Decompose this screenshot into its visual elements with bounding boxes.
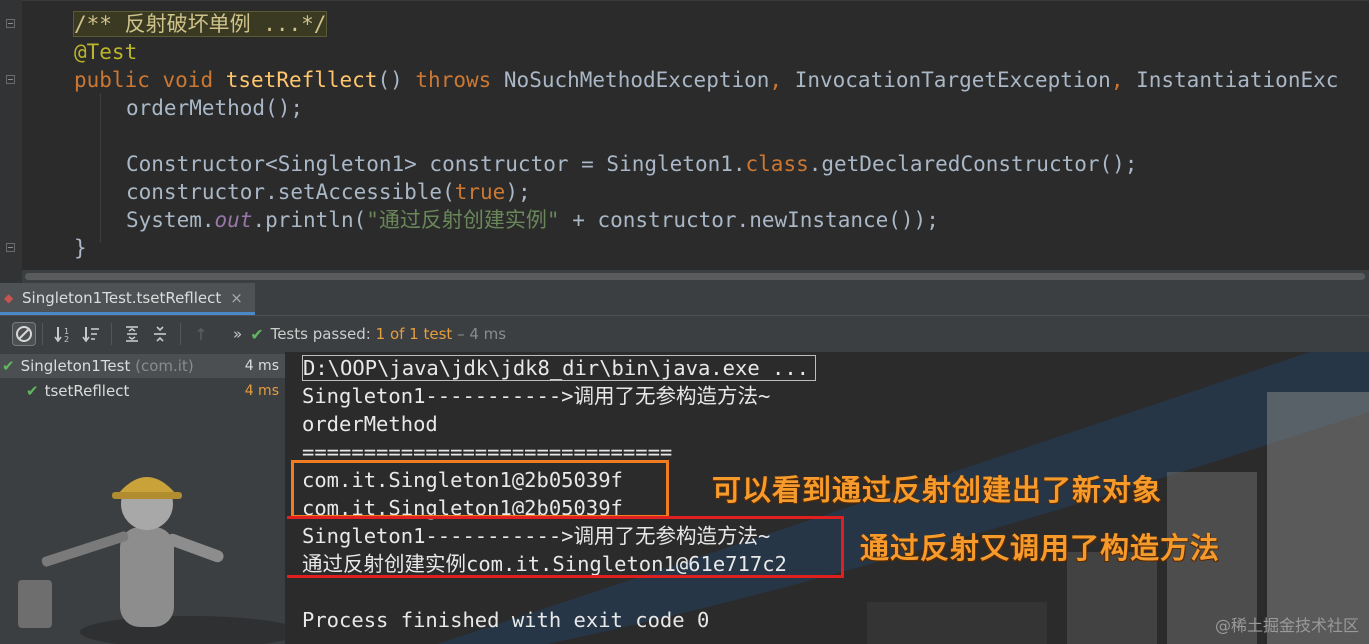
test-runner-toolbar: 12 ↑ » ✔ Tests passed: 1 of 1 test – 4 m… — [0, 316, 1369, 352]
exception-type: NoSuchMethodException — [491, 68, 770, 92]
string-literal: "通过反射创建实例" — [366, 208, 560, 232]
indent-guide — [100, 93, 101, 243]
code-token: , — [1110, 68, 1124, 92]
toolbar-separator — [111, 323, 112, 345]
code-line-set-accessible: constructor.setAccessible(true); — [126, 178, 531, 206]
code-line-order-method: orderMethod(); — [126, 94, 303, 122]
editor-gutter — [0, 0, 22, 283]
code-line-constructor: Constructor<Singleton1> constructor = Si… — [126, 150, 1137, 178]
test-class-time: 4 ms — [244, 358, 279, 374]
run-config-icon: ◆ — [4, 291, 14, 305]
highlight-box-orange — [291, 460, 669, 518]
test-class-package: (com.it) — [130, 357, 194, 375]
status-prefix: Tests passed: — [270, 325, 376, 343]
show-ignored-toggle-icon[interactable] — [12, 322, 36, 346]
run-tab[interactable]: ◆ Singleton1Test.tsetRefllect × — [0, 283, 255, 315]
run-tab-label: Singleton1Test.tsetRefllect — [22, 288, 222, 307]
code-line-close-brace: } — [74, 234, 87, 262]
code-editor[interactable]: /** 反射破坏单例 ...*/ @Test public void tsetR… — [0, 0, 1369, 283]
test-method-name: tsetRefllect — [44, 382, 130, 400]
keyword-public: public — [74, 68, 150, 92]
passed-check-icon: ✔ — [2, 357, 15, 375]
close-tab-icon[interactable]: × — [230, 289, 243, 307]
console-output[interactable]: D:\OOP\java\jdk\jdk8_dir\bin\java.exe ..… — [287, 352, 1369, 644]
code-token: System. — [126, 208, 215, 232]
check-icon: ✔ — [250, 324, 264, 344]
editor-text-area[interactable]: /** 反射破坏单例 ...*/ @Test public void tsetR… — [22, 0, 1369, 271]
exception-type: InstantiationExc — [1123, 68, 1339, 92]
doc-comment: /** 反射破坏单例 ...*/ — [72, 11, 328, 37]
console-line-exit: Process finished with exit code 0 — [302, 608, 710, 632]
editor-horizontal-scrollbar[interactable] — [22, 270, 1369, 283]
svg-text:2: 2 — [64, 335, 69, 343]
java-command: D:\OOP\java\jdk\jdk8_dir\bin\java.exe ..… — [302, 355, 817, 381]
scrollbar-thumb[interactable] — [25, 273, 1365, 280]
previous-failed-test-icon[interactable]: ↑ — [187, 320, 215, 348]
tree-item-test-class[interactable]: ✔ Singleton1Test (com.it) 4 ms — [0, 354, 285, 378]
code-token: + constructor.newInstance()); — [559, 208, 939, 232]
tree-item-test-method[interactable]: ✔ tsetRefllect 4 ms — [0, 379, 285, 403]
highlight-box-red — [287, 516, 844, 578]
code-token: () — [377, 68, 416, 92]
fold-icon[interactable] — [6, 19, 15, 28]
code-token: ); — [505, 180, 531, 204]
code-token: orderMethod(); — [126, 96, 304, 120]
console-line: Singleton1----------->调用了无参构造方法~ — [302, 384, 771, 408]
expand-all-icon[interactable] — [118, 320, 146, 348]
console-line-command: D:\OOP\java\jdk\jdk8_dir\bin\java.exe ..… — [302, 354, 817, 382]
watermark: @稀土掘金技术社区 — [1214, 616, 1359, 635]
passed-check-icon: ✔ — [26, 382, 39, 400]
console-line: orderMethod — [302, 412, 438, 436]
code-token: } — [74, 236, 87, 260]
code-line-println: System.out.println("通过反射创建实例" + construc… — [126, 206, 939, 234]
test-class-name: Singleton1Test — [20, 357, 131, 375]
passed-count: 1 — [375, 325, 386, 343]
field-out: out — [214, 208, 253, 232]
code-token: .println( — [252, 208, 367, 232]
more-actions-chevron-icon[interactable]: » — [233, 325, 242, 343]
code-token: .getDeclaredConstructor(); — [808, 152, 1138, 176]
fold-icon[interactable] — [6, 75, 15, 84]
keyword-true: true — [454, 180, 506, 204]
annotation-constructor-called: 通过反射又调用了构造方法 — [860, 531, 1221, 565]
test-duration: – 4 ms — [452, 325, 507, 343]
toolbar-separator — [180, 323, 181, 345]
sort-by-duration-icon[interactable] — [77, 320, 105, 348]
code-line-annotation: @Test — [74, 38, 137, 66]
tests-status: ✔ Tests passed: 1 of 1 test – 4 ms — [250, 325, 506, 344]
test-annotation: @Test — [74, 40, 138, 64]
code-token: constructor.setAccessible( — [126, 180, 455, 204]
toolbar-separator — [42, 323, 43, 345]
keyword-void: void — [162, 68, 214, 92]
run-tool-window-tabs: ◆ Singleton1Test.tsetRefllect × — [0, 283, 1369, 316]
method-name: tsetRefllect — [225, 68, 378, 92]
keyword-throws: throws — [415, 68, 492, 92]
annotation-new-object: 可以看到通过反射创建出了新对象 — [712, 473, 1163, 507]
collapse-all-icon[interactable] — [146, 320, 174, 348]
test-method-time: 4 ms — [244, 383, 279, 399]
exception-type: InvocationTargetException — [782, 68, 1111, 92]
background-figure-illustration — [0, 432, 285, 644]
code-line-signature: public void tsetRefllect() throws NoSuch… — [74, 66, 1338, 94]
code-token: Constructor<Singleton1> constructor = Si… — [126, 152, 746, 176]
code-line-comment: /** 反射破坏单例 ...*/ — [72, 10, 328, 38]
total-tests-text: of 1 test — [385, 325, 453, 343]
code-token: , — [769, 68, 783, 92]
sort-alphabetically-icon[interactable]: 12 — [49, 320, 77, 348]
fold-icon[interactable] — [6, 243, 15, 252]
keyword-class: class — [745, 152, 809, 176]
test-results-tree: ✔ Singleton1Test (com.it) 4 ms ✔ tsetRef… — [0, 352, 285, 644]
